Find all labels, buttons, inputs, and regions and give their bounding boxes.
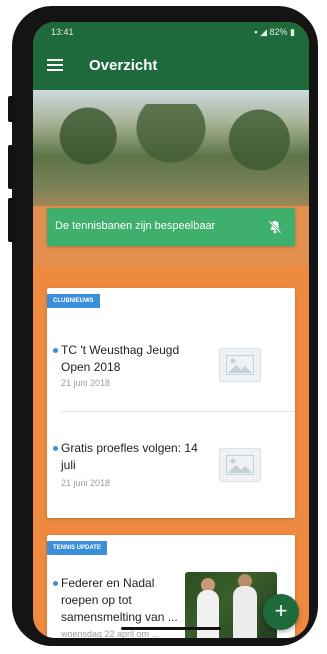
home-indicator[interactable] — [121, 627, 221, 630]
battery-icon: ▮ — [287, 27, 295, 37]
news-item[interactable]: TC 't Weusthag Jeugd Open 2018 21 juni 2… — [47, 340, 295, 420]
phone-side-button — [8, 96, 14, 122]
news-item[interactable]: Gratis proefles volgen: 14 juli 21 juni … — [47, 438, 295, 518]
tennis-update-tag: TENNIS UPDATE — [47, 541, 107, 555]
phone-side-button — [8, 198, 14, 242]
news-date: woensdag 22 april om ... — [61, 629, 160, 638]
unread-dot — [53, 348, 58, 353]
divider — [61, 411, 295, 412]
status-right: ▪ ◢ 82% ▮ — [254, 27, 295, 38]
court-status-banner[interactable]: De tennisbanen zijn bespeelbaar — [47, 208, 295, 246]
status-time: 13:41 — [51, 27, 74, 37]
page-title: Overzicht — [89, 57, 158, 74]
tennis-update-card: TENNIS UPDATE Federer en Nadal roepen op… — [47, 535, 295, 638]
clubnieuws-card: CLUBNIEUWS TC 't Weusthag Jeugd Open 201… — [47, 288, 295, 518]
menu-icon[interactable] — [47, 59, 63, 71]
unread-dot — [53, 581, 58, 586]
court-status-text: De tennisbanen zijn bespeelbaar — [55, 220, 216, 232]
signal-icon: ▪ ◢ — [254, 27, 270, 37]
add-button[interactable]: + — [263, 594, 299, 630]
news-date: 21 juni 2018 — [61, 378, 111, 388]
news-date: 21 juni 2018 — [61, 478, 111, 488]
news-title: Federer en Nadal roepen op tot samensmel… — [61, 576, 178, 624]
image-placeholder-icon — [219, 448, 261, 482]
battery-level: 82% — [269, 27, 288, 37]
notifications-off-icon[interactable] — [267, 219, 283, 235]
phone-side-button — [8, 145, 14, 189]
image-placeholder-icon — [219, 348, 261, 382]
clubnieuws-tag: CLUBNIEUWS — [47, 294, 100, 308]
status-bar: 13:41 ▪ ◢ 82% ▮ — [33, 22, 309, 42]
news-title: Gratis proefles volgen: 14 juli — [61, 441, 198, 472]
app-bar: Overzicht — [33, 42, 309, 90]
unread-dot — [53, 446, 58, 451]
news-title: TC 't Weusthag Jeugd Open 2018 — [61, 343, 180, 374]
app-screen: 13:41 ▪ ◢ 82% ▮ Overzicht De tennisbanen… — [33, 22, 309, 638]
